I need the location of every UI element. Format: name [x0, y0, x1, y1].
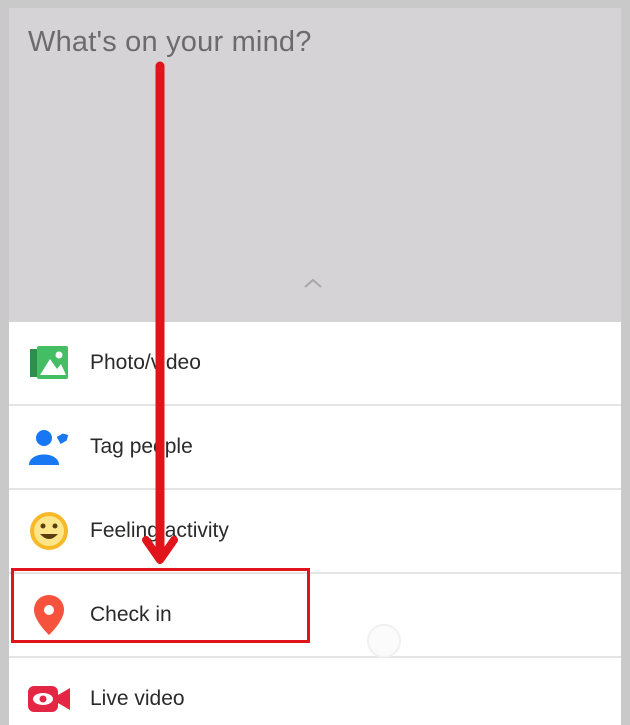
option-tag-people[interactable]: Tag people — [9, 406, 621, 490]
option-label: Feeling/activity — [90, 519, 229, 542]
feeling-icon — [27, 509, 71, 553]
option-photo-video[interactable]: Photo/video — [9, 322, 621, 406]
post-options-list: Photo/video Tag people Feeling/activity … — [9, 322, 621, 725]
option-live-video[interactable]: Live video — [9, 658, 621, 725]
option-label: Live video — [90, 687, 185, 710]
post-text-input[interactable]: What's on your mind? — [28, 26, 312, 59]
option-label: Tag people — [90, 435, 193, 458]
photo-icon — [27, 341, 71, 385]
check-in-highlight-box — [11, 568, 310, 643]
live-video-icon — [27, 677, 71, 721]
option-feeling-activity[interactable]: Feeling/activity — [9, 490, 621, 574]
ghost-circle — [367, 624, 401, 658]
option-label: Photo/video — [90, 351, 201, 374]
tag-people-icon — [27, 425, 71, 469]
chevron-up-icon[interactable] — [303, 277, 323, 289]
screen-frame: What's on your mind? Photo/video Tag peo… — [9, 8, 621, 725]
post-composer[interactable]: What's on your mind? — [9, 8, 621, 322]
